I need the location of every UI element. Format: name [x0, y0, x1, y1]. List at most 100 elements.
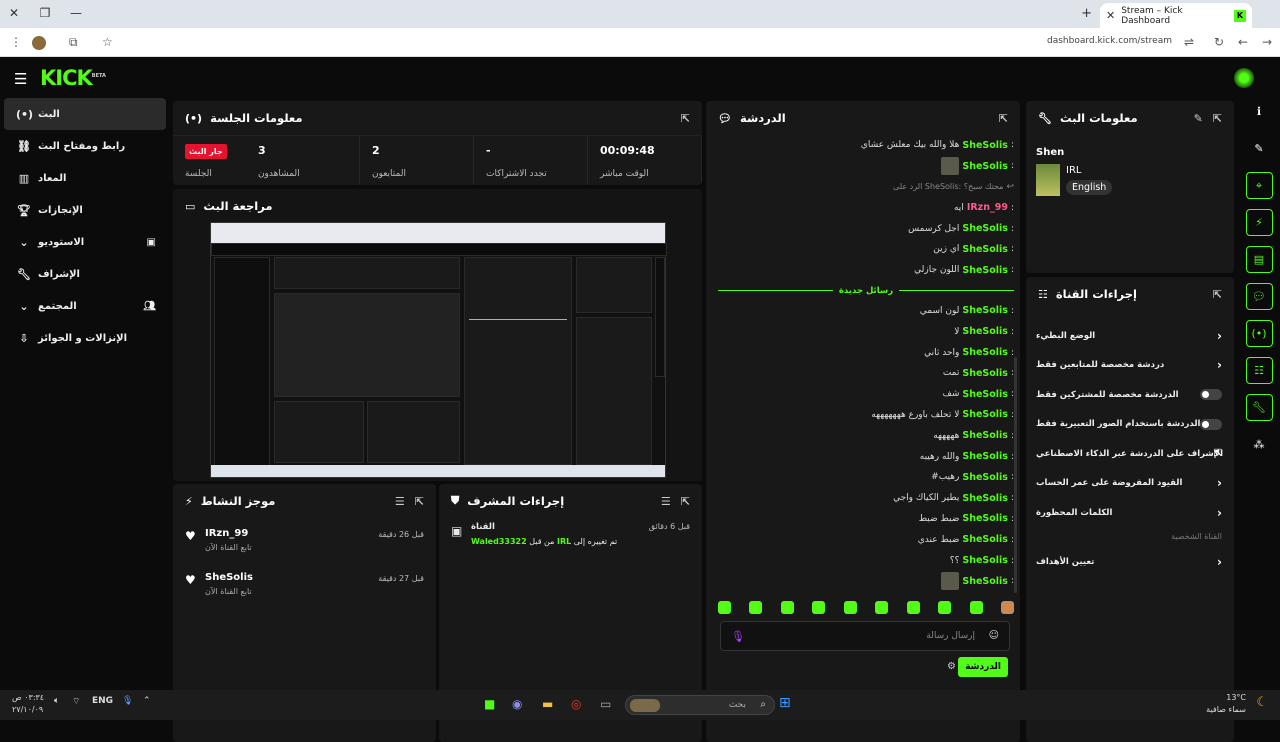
chat-message[interactable]: SheSolis:: [718, 156, 1014, 177]
chat-username[interactable]: SheSolis: [962, 409, 1008, 420]
emote-icon[interactable]: [749, 601, 763, 614]
emote-icon[interactable]: [969, 601, 983, 614]
forward-icon[interactable]: ←: [1238, 35, 1248, 49]
chat-icon[interactable]: 💬︎: [1245, 283, 1273, 310]
chat-message[interactable]: ؟؟ SheSolis:: [718, 550, 1014, 571]
chat-username[interactable]: SheSolis: [962, 326, 1008, 337]
discord-icon[interactable]: ◉: [512, 697, 522, 711]
chat-username[interactable]: SheSolis: [962, 265, 1008, 276]
emote-icon[interactable]: [1000, 601, 1014, 614]
chat-username[interactable]: SheSolis: [962, 451, 1008, 462]
microphone-icon[interactable]: 🎙︎: [122, 696, 133, 706]
chevron-up-icon[interactable]: ⌃: [143, 696, 151, 706]
wrench-icon[interactable]: 🔧︎: [1245, 394, 1273, 421]
minimize-window-icon[interactable]: —: [68, 6, 84, 20]
chat-username[interactable]: SheSolis: [962, 534, 1008, 545]
ai-moderation-row[interactable]: الإشراف على الدردشة عبر الذكاء الاصطناعي…: [1026, 439, 1234, 469]
chat-message[interactable]: اي زين SheSolis:: [718, 239, 1014, 260]
microphone-icon[interactable]: 🎙︎: [731, 630, 745, 643]
chat-username[interactable]: SheSolis: [962, 368, 1008, 379]
popout-icon[interactable]: ⇱: [681, 112, 690, 125]
chat-username[interactable]: SheSolis: [962, 389, 1008, 400]
chat-message[interactable]: الرد على SheSolis: محتك سبح؟ ↩: [718, 177, 1014, 198]
chat-message[interactable]: والله رهيبه SheSolis:: [718, 446, 1014, 467]
bookmark-star-icon[interactable]: ☆: [102, 35, 113, 49]
chat-username[interactable]: SheSolis: [962, 161, 1008, 172]
emote-icon[interactable]: [780, 601, 794, 614]
chat-message[interactable]: اللون جازلي SheSolis:: [718, 260, 1014, 281]
volume-icon[interactable]: 🔈︎: [54, 696, 59, 706]
kick-app-icon[interactable]: ■: [484, 697, 495, 711]
weather-temp[interactable]: 13°C: [1226, 693, 1246, 702]
emote-icon[interactable]: [812, 601, 826, 614]
menu-dots-icon[interactable]: ⋮: [10, 35, 22, 49]
hamburger-menu-icon[interactable]: ☰: [14, 70, 27, 88]
chat-message[interactable]: هههههه SheSolis:: [718, 425, 1014, 446]
pencil-icon[interactable]: ✎: [1246, 135, 1273, 162]
sidebar-item-moderation[interactable]: 🔧︎ الإشراف: [4, 258, 166, 290]
popout-icon[interactable]: ⇱: [681, 495, 690, 508]
emoji-icon[interactable]: ☺: [989, 630, 999, 641]
banned-words-row[interactable]: الكلمات المحظورة ›: [1026, 498, 1234, 528]
sidebar-item-drops[interactable]: ⇩ الإنزالات و الجوائز: [4, 322, 166, 354]
chat-username[interactable]: SheSolis: [962, 223, 1008, 234]
emote-icon[interactable]: [938, 601, 952, 614]
chat-username[interactable]: SheSolis: [962, 305, 1008, 316]
clipboard-icon[interactable]: ▤: [1245, 246, 1273, 273]
chat-message[interactable]: واحد ثاني SheSolis:: [718, 342, 1014, 363]
sidebar-item-community[interactable]: ⌄ المجتمع 👥︎: [4, 290, 166, 322]
set-goals-row[interactable]: تعيين الأهداف ›: [1026, 548, 1234, 578]
emote-icon[interactable]: [906, 601, 920, 614]
wifi-icon[interactable]: ⌔: [72, 696, 80, 707]
gear-icon[interactable]: ⚙: [947, 661, 956, 672]
chat-message[interactable]: SheSolis:: [718, 571, 1014, 591]
chat-username[interactable]: SheSolis: [962, 472, 1008, 483]
focus-icon[interactable]: ⌖: [1245, 172, 1273, 199]
sidebar-item-achievements[interactable]: 🏆︎ الإنجازات: [4, 194, 166, 226]
site-settings-icon[interactable]: ⇌: [1184, 35, 1194, 49]
language-indicator[interactable]: ENG: [92, 696, 113, 706]
weather-desc[interactable]: سماء صافية: [1206, 705, 1246, 714]
chat-message[interactable]: لون اسمي SheSolis:: [718, 301, 1014, 322]
edit-pencil-icon[interactable]: ✎: [1194, 112, 1203, 125]
emote-only-toggle[interactable]: [1200, 418, 1222, 430]
chat-username[interactable]: SheSolis: [962, 140, 1008, 151]
chat-username[interactable]: SheSolis: [962, 513, 1008, 524]
stream-preview-video[interactable]: [210, 222, 667, 478]
info-icon[interactable]: ℹ: [1246, 98, 1273, 125]
popout-icon[interactable]: ⇱: [1213, 112, 1222, 125]
reload-icon[interactable]: ↻: [1214, 35, 1224, 49]
followers-only-row[interactable]: دردشة مخصصة للمتابعين فقط ›: [1026, 351, 1234, 381]
chat-message[interactable]: #رهيب SheSolis:: [718, 467, 1014, 488]
chat-message[interactable]: شف SheSolis:: [718, 384, 1015, 405]
lightning-icon[interactable]: ⚡︎: [1245, 209, 1273, 236]
folder-icon[interactable]: ▬: [542, 697, 553, 711]
chat-username[interactable]: SheSolis: [962, 555, 1008, 566]
clock-date[interactable]: ٢٧/١٠/٠٩: [12, 705, 43, 714]
sidebar-item-studio[interactable]: ⌄ الاستوديو ▣: [4, 226, 166, 258]
chat-message[interactable]: هلا والله بيك معلش عشاي SheSolis:: [718, 135, 1014, 156]
user-avatar[interactable]: [1234, 68, 1254, 88]
close-window-icon[interactable]: ✕: [6, 6, 22, 20]
chat-username[interactable]: SheSolis: [962, 430, 1008, 441]
windows-start-icon[interactable]: ⊞: [779, 695, 791, 711]
chat-message[interactable]: لا SheSolis:: [718, 321, 1014, 342]
chat-username[interactable]: SheSolis: [962, 347, 1008, 358]
chat-username[interactable]: IRzn_99: [967, 202, 1008, 213]
sidebar-item-stream-key[interactable]: ⛓ رابط ومفتاح البث: [4, 130, 166, 162]
new-tab-button[interactable]: +: [1081, 6, 1092, 21]
chat-message[interactable]: لا تحلف باورع هههههههه SheSolis:: [718, 405, 1014, 426]
filter-icon[interactable]: ☰: [661, 495, 671, 508]
emote-icon[interactable]: [875, 601, 889, 614]
chat-input[interactable]: 🎙︎ إرسال رسالة ☺: [720, 621, 1010, 651]
restore-window-icon[interactable]: ❐: [37, 6, 53, 20]
popout-icon[interactable]: ⇱: [999, 112, 1008, 125]
url-field[interactable]: dashboard.kick.com/stream: [1047, 36, 1172, 46]
subscribers-only-toggle[interactable]: [1200, 389, 1222, 401]
back-icon[interactable]: →: [1262, 35, 1272, 49]
taskbar-search[interactable]: بحث ⌕: [625, 695, 775, 715]
add-widget-icon[interactable]: ⁂: [1246, 431, 1273, 458]
account-age-row[interactable]: القيود المفروضة على عمر الحساب ›: [1026, 469, 1234, 499]
slow-mode-row[interactable]: الوضع البطيء ›: [1026, 321, 1234, 351]
popout-icon[interactable]: ⇱: [415, 495, 424, 508]
